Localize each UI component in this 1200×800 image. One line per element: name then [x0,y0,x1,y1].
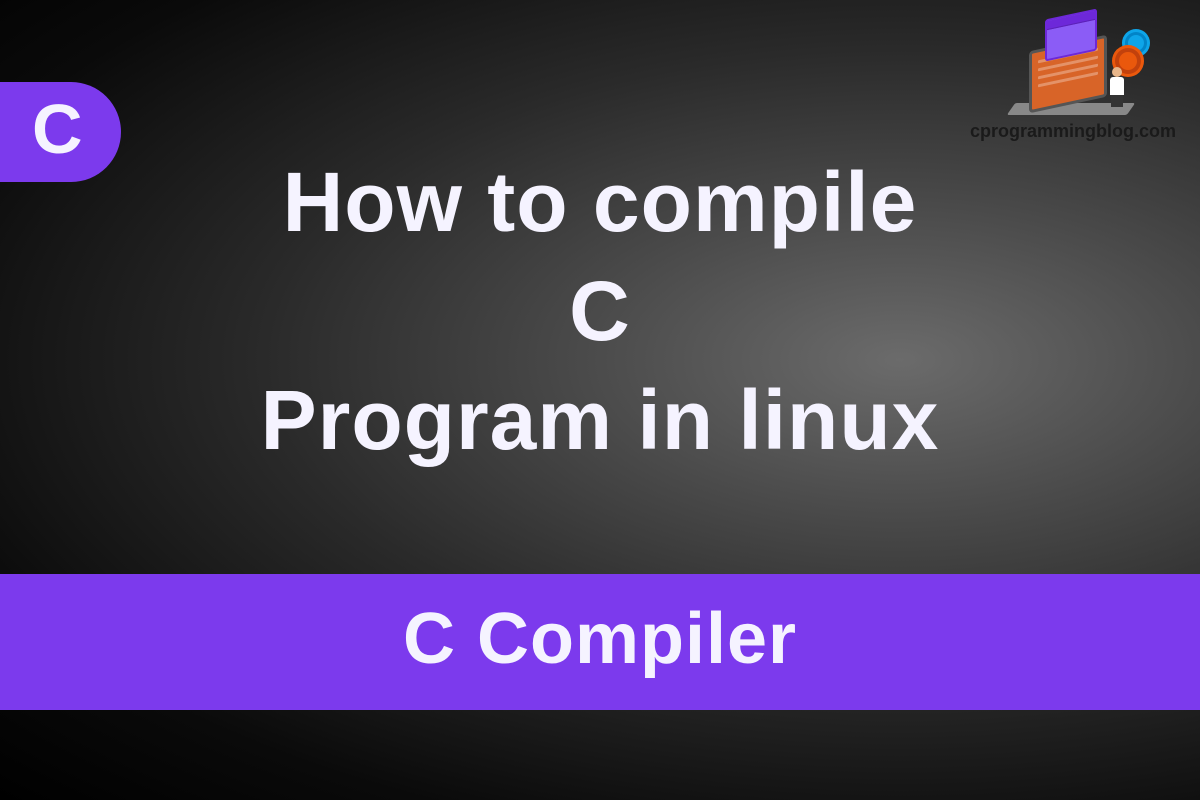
title-line-3: Program in linux [0,366,1200,475]
title-line-1: How to compile [0,148,1200,257]
brand-area: cprogrammingblog.com [970,10,1176,142]
title-line-2: C [0,257,1200,366]
banner-container: C cprogrammingblog.com How to compile [0,0,1200,800]
subtitle-text: C Compiler [403,599,797,679]
brand-illustration [1003,10,1143,115]
subtitle-banner: C Compiler [0,574,1200,710]
main-title: How to compile C Program in linux [0,148,1200,476]
site-name: cprogrammingblog.com [970,121,1176,142]
person-icon [1107,67,1127,107]
